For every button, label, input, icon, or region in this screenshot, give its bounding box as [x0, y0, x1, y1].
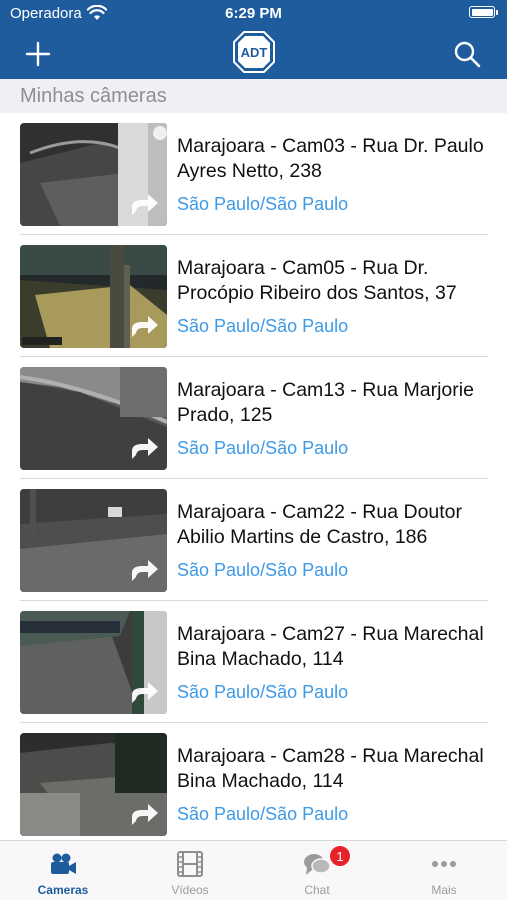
camera-title: Marajoara - Cam22 - Rua Doutor Abilio Ma… — [177, 501, 463, 548]
tab-label: Mais — [431, 883, 457, 897]
camera-row[interactable]: Marajoara - Cam05 - Rua Dr. Procópio Rib… — [0, 235, 507, 357]
camera-title: Marajoara - Cam13 - Rua Marjorie Prado, … — [177, 379, 474, 426]
tab-bar: Cameras Vídeos 1 Chat Mais — [0, 840, 507, 900]
camera-thumbnail — [20, 611, 167, 714]
camera-row[interactable]: Marajoara - Cam28 - Rua Marechal Bina Ma… — [0, 723, 507, 840]
camera-city: São Paulo/São Paulo — [177, 560, 349, 580]
tab-cameras[interactable]: Cameras — [0, 841, 126, 901]
adt-logo: ADT — [233, 31, 275, 73]
navigation-bar: Operadora 6:29 PM ADT — [0, 0, 507, 79]
camera-list: Marajoara - Cam03 - Rua Dr. Paulo Ayres … — [0, 113, 507, 840]
tab-label: Vídeos — [171, 883, 209, 897]
section-title: Minhas câmeras — [20, 85, 167, 107]
camera-row[interactable]: Marajoara - Cam03 - Rua Dr. Paulo Ayres … — [0, 113, 507, 235]
battery-icon — [469, 6, 498, 18]
camera-city: São Paulo/São Paulo — [177, 682, 349, 702]
camera-title: Marajoara - Cam28 - Rua Marechal Bina Ma… — [177, 745, 484, 792]
camera-city: São Paulo/São Paulo — [177, 316, 349, 336]
camera-city: São Paulo/São Paulo — [177, 194, 349, 214]
status-bar: Operadora 6:29 PM — [0, 0, 507, 28]
camera-city: São Paulo/São Paulo — [177, 804, 349, 824]
add-button[interactable] — [24, 40, 52, 68]
chat-badge: 1 — [329, 845, 351, 867]
video-camera-icon — [51, 853, 76, 874]
tab-videos[interactable]: Vídeos — [127, 841, 253, 901]
chat-bubbles-icon — [304, 854, 331, 875]
camera-title: Marajoara - Cam05 - Rua Dr. Procópio Rib… — [177, 257, 457, 304]
tab-more[interactable]: Mais — [381, 841, 507, 901]
tab-chat[interactable]: 1 Chat — [254, 841, 380, 901]
camera-thumbnail — [20, 245, 167, 348]
clock: 6:29 PM — [225, 5, 282, 22]
camera-thumbnail — [20, 733, 167, 836]
camera-row[interactable]: Marajoara - Cam27 - Rua Marechal Bina Ma… — [0, 601, 507, 723]
camera-title: Marajoara - Cam03 - Rua Dr. Paulo Ayres … — [177, 135, 484, 182]
camera-row[interactable]: Marajoara - Cam22 - Rua Doutor Abilio Ma… — [0, 479, 507, 601]
section-header: Minhas câmeras — [0, 79, 507, 113]
more-dots-icon — [432, 861, 456, 867]
camera-thumbnail — [20, 123, 167, 226]
camera-title: Marajoara - Cam27 - Rua Marechal Bina Ma… — [177, 623, 484, 670]
camera-row[interactable]: Marajoara - Cam13 - Rua Marjorie Prado, … — [0, 357, 507, 479]
logo-text: ADT — [241, 45, 268, 60]
search-icon[interactable] — [452, 39, 482, 69]
tab-label: Cameras — [37, 883, 89, 897]
camera-thumbnail — [20, 489, 167, 592]
tab-label: Chat — [304, 883, 330, 897]
camera-city: São Paulo/São Paulo — [177, 438, 349, 458]
camera-thumbnail — [20, 367, 167, 470]
film-icon — [177, 851, 203, 877]
